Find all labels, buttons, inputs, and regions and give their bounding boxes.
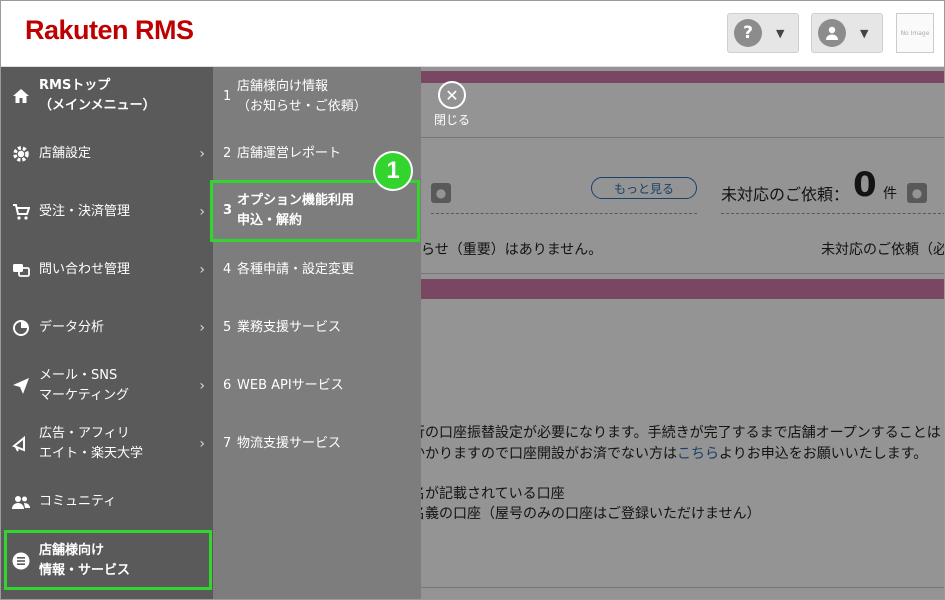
submenu-item-business-support[interactable]: 5 業務支援サービス <box>213 318 421 338</box>
submenu-item-label: WEB APIサービス <box>237 378 344 393</box>
chevron-down-icon: ▼ <box>776 26 785 40</box>
rakuten-rms-logo[interactable]: Rakuten RMS <box>25 15 194 46</box>
sidebar-item-label: コミュニティ <box>39 494 117 509</box>
help-menu-button[interactable]: ? ▼ <box>727 13 799 53</box>
sidebar-item-data-analysis[interactable]: データ分析 › <box>1 299 213 357</box>
submenu-item-applications-settings[interactable]: 4 各種申請・設定変更 <box>213 260 421 280</box>
submenu-item-label: 物流支援サービス <box>237 436 342 451</box>
submenu-item-number: 1 <box>223 89 232 104</box>
submenu-item-number: 5 <box>223 320 232 335</box>
submenu-item-label: 業務支援サービス <box>237 320 342 335</box>
highlight-box-sidebar <box>4 530 212 590</box>
sidebar-item-rms-top[interactable]: RMSトップ （メインメニュー） <box>1 67 213 125</box>
submenu-panel: 1 店舗様向け情報 （お知らせ・ご依頼） 2 店舗運営レポート 3 オプション機能… <box>213 67 421 599</box>
submenu-item-web-api[interactable]: 6 WEB APIサービス <box>213 376 421 396</box>
sidebar-item-label: RMSトップ （メインメニュー） <box>39 78 156 113</box>
sidebar-item-label: 受注・決済管理 <box>39 204 131 219</box>
main-sidebar: RMSトップ （メインメニュー） 店舗設定 › 受注・決済管理 › 問い合わせ管理… <box>1 67 213 599</box>
sidebar-item-community[interactable]: コミュニティ <box>1 473 213 531</box>
cart-icon <box>11 202 31 222</box>
sidebar-item-label: 広告・アフィリ エイト・楽天大学 <box>39 426 144 461</box>
pie-chart-icon <box>11 318 31 338</box>
sidebar-item-store-settings[interactable]: 店舗設定 › <box>1 125 213 183</box>
submenu-item-store-info[interactable]: 1 店舗様向け情報 （お知らせ・ご依頼） <box>213 77 421 117</box>
step-number-badge: 1 <box>373 151 413 191</box>
chevron-right-icon: › <box>199 262 205 278</box>
chevron-right-icon: › <box>199 436 205 452</box>
sidebar-item-label: 店舗設定 <box>39 146 92 161</box>
chevron-right-icon: › <box>199 146 205 162</box>
close-icon: ✕ <box>438 81 466 109</box>
submenu-item-label: 店舗様向け情報 （お知らせ・ご依頼） <box>237 79 367 114</box>
submenu-item-label: 店舗運営レポート <box>237 146 342 161</box>
sidebar-item-label: メール・SNS マーケティング <box>39 368 129 403</box>
submenu-item-number: 7 <box>223 436 232 451</box>
sidebar-item-inquiries[interactable]: 問い合わせ管理 › <box>1 241 213 299</box>
app-header: Rakuten RMS ? ▼ ▼ No Image <box>1 1 944 67</box>
user-menu-button[interactable]: ▼ <box>811 13 883 53</box>
submenu-item-number: 6 <box>223 378 232 393</box>
sidebar-item-mail-sns[interactable]: メール・SNS マーケティング › <box>1 357 213 415</box>
sidebar-item-label: 問い合わせ管理 <box>39 262 131 277</box>
sidebar-item-label: データ分析 <box>39 320 105 335</box>
home-icon <box>11 86 31 106</box>
shop-thumbnail[interactable]: No Image <box>896 13 934 53</box>
submenu-item-logistics-support[interactable]: 7 物流支援サービス <box>213 434 421 454</box>
sidebar-item-orders[interactable]: 受注・決済管理 › <box>1 183 213 241</box>
close-label: 閉じる <box>433 113 470 127</box>
gear-icon <box>11 144 31 164</box>
chevron-right-icon: › <box>199 378 205 394</box>
people-icon <box>11 492 31 512</box>
screenshot-frame: Rakuten RMS ? ▼ ▼ No Image ● もっと見る 未対応のご… <box>0 0 945 600</box>
help-icon: ? <box>734 19 762 47</box>
chevron-down-icon: ▼ <box>860 26 869 40</box>
submenu-item-number: 2 <box>223 146 232 161</box>
megaphone-icon <box>11 434 31 454</box>
chat-icon <box>11 260 31 280</box>
submenu-item-number: 4 <box>223 262 232 277</box>
chevron-right-icon: › <box>199 320 205 336</box>
user-icon <box>818 19 846 47</box>
sidebar-item-advertising[interactable]: 広告・アフィリ エイト・楽天大学 › <box>1 415 213 473</box>
chevron-right-icon: › <box>199 204 205 220</box>
send-icon <box>11 376 31 396</box>
close-menu-button[interactable]: ✕ 閉じる <box>429 81 475 128</box>
submenu-item-label: 各種申請・設定変更 <box>237 262 355 277</box>
